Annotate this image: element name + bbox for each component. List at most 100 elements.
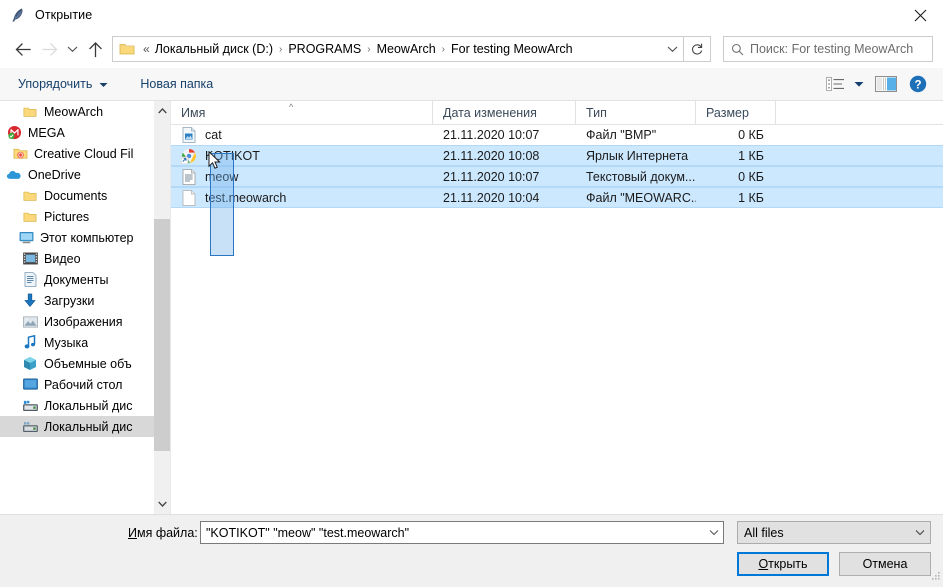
address-bar[interactable]: « Локальный диск (D:) › PROGRAMS › MeowA… [112, 36, 684, 62]
sidebar-item-label: Локальный дис [44, 398, 133, 413]
sidebar-item-local-disk-c[interactable]: Локальный дис [0, 395, 154, 416]
folder-icon [22, 104, 38, 120]
open-button-accel: О [758, 557, 769, 571]
forward-arrow-icon[interactable] [36, 36, 62, 62]
sidebar-item-label: Этот компьютер [40, 230, 134, 245]
sidebar-item-documents-onedrive[interactable]: Documents [0, 185, 154, 206]
sidebar-item-3d-objects[interactable]: Объемные объ [0, 353, 154, 374]
help-icon[interactable]: ? [903, 71, 933, 97]
chevron-down-icon[interactable] [705, 522, 723, 543]
filename-label-accel: И [128, 526, 137, 540]
filetype-select[interactable]: All files [737, 521, 931, 544]
chevron-down-icon[interactable] [910, 529, 930, 536]
table-row[interactable]: cat 21.11.2020 10:07 Файл "BMP" 0 КБ [171, 124, 943, 145]
recent-locations-icon[interactable] [62, 36, 82, 62]
breadcrumb-item-3[interactable]: For testing MeowArch [448, 42, 576, 56]
breadcrumb-separator[interactable]: › [364, 44, 373, 55]
column-header-label: Имя [181, 105, 206, 120]
column-header-type[interactable]: Тип [576, 101, 696, 124]
file-list-pane: Имя Дата изменения Тип Размер ^ cat 21.1… [170, 101, 943, 514]
organize-button[interactable]: Упорядочить [10, 72, 116, 96]
column-header-filler [776, 101, 943, 124]
sidebar-item-desktop[interactable]: Рабочий стол [0, 374, 154, 395]
sidebar-item-music[interactable]: Музыка [0, 332, 154, 353]
back-arrow-icon[interactable] [10, 36, 36, 62]
creative-cloud-icon [12, 146, 28, 162]
filetype-value: All files [744, 525, 784, 540]
breadcrumb-item-2[interactable]: MeowArch [374, 42, 439, 56]
table-row[interactable]: meow 21.11.2020 10:07 Текстовый докум...… [171, 166, 943, 187]
breadcrumb-separator[interactable]: › [276, 44, 285, 55]
local-disk-icon [22, 398, 38, 414]
search-input[interactable]: Поиск: For testing MeowArch [723, 36, 933, 62]
breadcrumb: « Локальный диск (D:) › PROGRAMS › MeowA… [140, 42, 661, 56]
address-dropdown-icon[interactable] [661, 38, 683, 60]
table-row[interactable]: test.meowarch 21.11.2020 10:04 Файл "MEO… [171, 187, 943, 208]
new-folder-button[interactable]: Новая папка [132, 72, 221, 96]
mega-icon [6, 125, 22, 141]
music-icon [22, 335, 38, 351]
sidebar-item-documents[interactable]: Документы [0, 269, 154, 290]
open-button[interactable]: Открыть [737, 552, 829, 576]
blank-file-icon [181, 189, 197, 206]
refresh-button[interactable] [684, 36, 711, 62]
chevron-down-icon[interactable] [154, 496, 170, 512]
bmp-file-icon [181, 126, 197, 143]
sidebar-item-meowarch[interactable]: MeowArch [0, 101, 154, 122]
filename-label: Имя файла: [128, 526, 198, 540]
file-date: 21.11.2020 10:07 [443, 169, 540, 184]
svg-text:?: ? [914, 79, 921, 91]
column-header-size[interactable]: Размер [696, 101, 776, 124]
pictures-icon [22, 314, 38, 330]
search-icon [728, 43, 746, 56]
sidebar-item-label: Локальный дис [44, 419, 133, 434]
sidebar-item-video[interactable]: Видео [0, 248, 154, 269]
sidebar-item-label: Изображения [44, 314, 123, 329]
preview-pane-icon[interactable] [869, 71, 903, 97]
sidebar-item-label: Рабочий стол [44, 377, 123, 392]
file-type: Файл "BMP" [586, 127, 657, 142]
sidebar-item-label: Загрузки [44, 293, 95, 308]
sidebar-item-this-pc[interactable]: Этот компьютер [0, 227, 154, 248]
navigation-list: MeowArch MEGA Creative Cloud Fil OneDriv… [0, 101, 154, 437]
title-bar: Открытие [0, 0, 943, 30]
sidebar-item-local-disk-d[interactable]: Локальный дис [0, 416, 154, 437]
cancel-button[interactable]: Отмена [839, 552, 931, 576]
close-button[interactable] [897, 0, 943, 30]
organize-label: Упорядочить [18, 77, 93, 91]
file-list-header: Имя Дата изменения Тип Размер ^ [171, 101, 943, 125]
view-dropdown-icon[interactable] [849, 71, 869, 97]
column-header-date[interactable]: Дата изменения [433, 101, 576, 124]
chevron-down-icon [99, 77, 108, 91]
file-list-rows: cat 21.11.2020 10:07 Файл "BMP" 0 КБ KOT… [171, 124, 943, 208]
column-header-name[interactable]: Имя [171, 101, 433, 124]
sidebar-item-pictures[interactable]: Изображения [0, 311, 154, 332]
navigation-bar: « Локальный диск (D:) › PROGRAMS › MeowA… [0, 30, 943, 68]
sidebar-item-downloads[interactable]: Загрузки [0, 290, 154, 311]
scrollbar-thumb[interactable] [154, 219, 170, 451]
command-toolbar: Упорядочить Новая папка ? [0, 68, 943, 101]
sidebar-item-label: Creative Cloud Fil [34, 146, 134, 161]
table-row[interactable]: KOTIKOT 21.11.2020 10:08 Ярлык Интернета… [171, 145, 943, 166]
breadcrumb-overflow[interactable]: « [140, 42, 152, 56]
sidebar-item-label: Pictures [44, 209, 90, 224]
folder-icon [22, 188, 38, 204]
breadcrumb-separator[interactable]: › [439, 44, 448, 55]
sidebar-item-onedrive[interactable]: OneDrive [0, 164, 154, 185]
resize-grip[interactable] [929, 570, 941, 585]
file-name: cat [205, 127, 222, 142]
navigation-scrollbar[interactable] [154, 101, 170, 514]
sidebar-item-creative-cloud-files[interactable]: Creative Cloud Fil [0, 143, 154, 164]
sidebar-item-pictures-onedrive[interactable]: Pictures [0, 206, 154, 227]
breadcrumb-item-1[interactable]: PROGRAMS [285, 42, 364, 56]
new-folder-label: Новая папка [140, 77, 214, 91]
breadcrumb-item-0[interactable]: Локальный диск (D:) [152, 42, 276, 56]
documents-icon [22, 272, 38, 288]
chevron-up-icon[interactable] [154, 103, 170, 119]
filename-input[interactable]: "KOTIKOT" "meow" "test.meowarch" [200, 521, 724, 544]
sidebar-item-mega[interactable]: MEGA [0, 122, 154, 143]
view-list-icon[interactable] [821, 71, 849, 97]
desktop-icon [22, 377, 38, 393]
sidebar-item-label: MEGA [28, 125, 65, 140]
up-arrow-icon[interactable] [82, 36, 108, 62]
